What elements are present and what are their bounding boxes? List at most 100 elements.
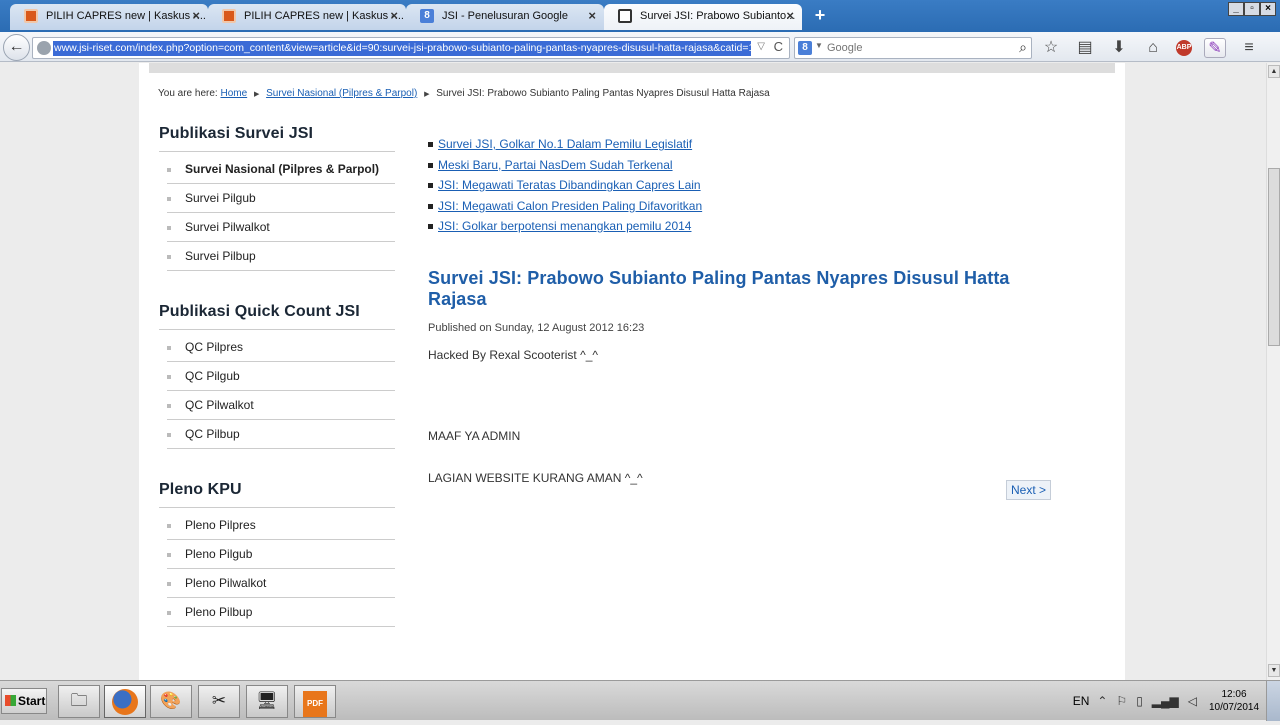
related-article-link[interactable]: Meski Baru, Partai NasDem Sudah Terkenal [438, 158, 673, 172]
minimize-icon[interactable]: _ [1228, 2, 1244, 16]
related-article-link[interactable]: JSI: Megawati Calon Presiden Paling Difa… [438, 199, 702, 213]
close-tab-icon[interactable]: × [786, 4, 794, 28]
breadcrumb: You are here: Home ▶ Survei Nasional (Pi… [158, 88, 770, 99]
sidebar-item-survei-pilbup[interactable]: Survei Pilbup [167, 242, 395, 271]
language-indicator[interactable]: EN [1073, 694, 1090, 708]
sidebar-item-pleno-pilpres[interactable]: Pleno Pilpres [167, 511, 395, 540]
url-text[interactable]: www.jsi-riset.com/index.php?option=com_c… [53, 41, 751, 56]
browser-tab-4-active[interactable]: Survei JSI: Prabowo Subianto... × [604, 4, 802, 30]
volume-icon[interactable]: ◁ [1188, 694, 1197, 708]
page-container: You are here: Home ▶ Survei Nasional (Pi… [139, 63, 1125, 680]
close-tab-icon[interactable]: × [390, 4, 398, 28]
tab-title: PILIH CAPRES new | Kaskus -... [244, 10, 404, 22]
sidebar-item-qc-pilpres[interactable]: QC Pilpres [167, 333, 395, 362]
home-icon[interactable]: ⌂ [1142, 38, 1164, 58]
adblock-icon[interactable]: ABP [1176, 40, 1192, 56]
download-icon[interactable]: ⬇ [1108, 38, 1130, 58]
related-article-link[interactable]: Survei JSI, Golkar No.1 Dalam Pemilu Leg… [438, 137, 692, 151]
monitor-app-taskbar-button[interactable]: 🖥 [246, 685, 288, 718]
main-content: Survei JSI, Golkar No.1 Dalam Pemilu Leg… [428, 135, 1068, 500]
firefox-icon [112, 689, 138, 715]
clock-time: 12:06 [1221, 689, 1247, 700]
address-bar[interactable]: www.jsi-riset.com/index.php?option=com_c… [32, 37, 790, 59]
new-tab-button[interactable]: + [808, 4, 832, 26]
sidebar-item-qc-pilwalkot[interactable]: QC Pilwalkot [167, 391, 395, 420]
file-explorer-taskbar-button[interactable]: 🗀 [58, 685, 100, 718]
folder-icon: 🗀 [70, 691, 88, 710]
show-desktop-button[interactable] [1266, 681, 1280, 721]
related-article-link[interactable]: JSI: Golkar berpotensi menangkan pemilu … [438, 219, 691, 233]
sidebar-item-survei-pilgub[interactable]: Survei Pilgub [167, 184, 395, 213]
vertical-scrollbar[interactable]: ▲ ▼ [1266, 63, 1280, 680]
close-tab-icon[interactable]: × [588, 4, 596, 28]
snipping-tool-taskbar-button[interactable]: ✂ [198, 685, 240, 718]
restore-icon[interactable]: ▫ [1244, 2, 1260, 16]
page-viewport: You are here: Home ▶ Survei Nasional (Pi… [0, 63, 1266, 680]
pdf-app-taskbar-button[interactable]: PDF [294, 685, 336, 718]
reload-icon[interactable]: C [774, 39, 783, 54]
engine-dropdown-icon[interactable]: ▼ [815, 41, 823, 50]
search-input[interactable] [827, 40, 1003, 56]
sidebar-item-survei-nasional[interactable]: Survei Nasional (Pilpres & Parpol) [167, 155, 395, 184]
action-center-flag-icon[interactable]: ⚐ [1116, 694, 1127, 708]
scissors-icon: ✂ [211, 691, 227, 710]
bookmark-star-icon[interactable]: ☆ [1040, 38, 1062, 58]
browser-tab-2[interactable]: PILIH CAPRES new | Kaskus -... × [208, 4, 406, 30]
back-button[interactable]: ← [3, 34, 30, 61]
google-icon[interactable]: 8 [798, 41, 812, 55]
scroll-up-icon[interactable]: ▲ [1268, 65, 1280, 78]
list-item: JSI: Megawati Calon Presiden Paling Difa… [428, 197, 1068, 218]
tab-title: PILIH CAPRES new | Kaskus -... [46, 10, 206, 22]
pencil-icon[interactable]: ✎ [1204, 38, 1226, 58]
breadcrumb-prefix: You are here: [158, 88, 218, 99]
search-bar[interactable]: 8 ▼ ⌕ [794, 37, 1032, 59]
network-signal-icon[interactable]: ▂▄▆ [1152, 694, 1179, 708]
breadcrumb-home-link[interactable]: Home [220, 88, 247, 99]
globe-icon [37, 41, 51, 55]
close-window-icon[interactable]: × [1260, 2, 1276, 16]
clock[interactable]: 12:06 10/07/2014 [1206, 688, 1262, 714]
breadcrumb-arrow-icon: ▶ [424, 91, 430, 98]
next-article-button[interactable]: Next > [1006, 480, 1052, 500]
article-paragraph: LAGIAN WEBSITE KURANG AMAN ^_^ [428, 470, 643, 485]
related-article-link[interactable]: JSI: Megawati Teratas Dibandingkan Capre… [438, 178, 701, 192]
kaskus-icon [24, 9, 38, 23]
browser-tab-3[interactable]: 8 JSI - Penelusuran Google × [406, 4, 604, 30]
sidebar-item-pleno-pilgub[interactable]: Pleno Pilgub [167, 540, 395, 569]
scroll-down-icon[interactable]: ▼ [1268, 664, 1280, 677]
monitor-icon: 🖥 [256, 691, 278, 710]
sidebar-group-survei: Publikasi Survei JSI Survei Nasional (Pi… [159, 125, 395, 271]
navigation-bar: ← www.jsi-riset.com/index.php?option=com… [0, 32, 1280, 62]
list-item: JSI: Golkar berpotensi menangkan pemilu … [428, 217, 1068, 238]
start-label: Start [18, 694, 46, 708]
start-button[interactable]: Start [1, 688, 47, 714]
show-hidden-icons-icon[interactable]: ⌃ [1097, 694, 1107, 708]
google-icon: 8 [420, 9, 434, 23]
sidebar-heading: Publikasi Quick Count JSI [159, 303, 395, 330]
sidebar-item-qc-pilbup[interactable]: QC Pilbup [167, 420, 395, 449]
jsi-icon [618, 9, 632, 23]
sidebar-item-survei-pilwalkot[interactable]: Survei Pilwalkot [167, 213, 395, 242]
paint-taskbar-button[interactable]: 🎨 [150, 685, 192, 718]
menu-icon[interactable]: ≡ [1238, 38, 1260, 58]
power-icon[interactable]: ▯ [1136, 694, 1143, 708]
close-tab-icon[interactable]: × [192, 4, 200, 28]
search-icon[interactable]: ⌕ [1019, 39, 1027, 56]
article-body: Hacked By Rexal Scooterist ^_^ MAAF YA A… [428, 348, 1068, 485]
list-item: Meski Baru, Partai NasDem Sudah Terkenal [428, 156, 1068, 177]
dropdown-arrow-icon[interactable]: ▽ [757, 41, 765, 52]
paint-palette-icon: 🎨 [160, 691, 182, 710]
tab-title: Survei JSI: Prabowo Subianto... [640, 10, 796, 22]
window-controls: _ ▫ × [1228, 2, 1276, 16]
scrollbar-thumb[interactable] [1268, 168, 1280, 346]
sidebar-heading: Pleno KPU [159, 481, 395, 508]
windows-logo-icon [5, 695, 16, 706]
reading-list-icon[interactable]: ▤ [1074, 38, 1096, 58]
breadcrumb-category-link[interactable]: Survei Nasional (Pilpres & Parpol) [266, 88, 417, 99]
sidebar-item-pleno-pilbup[interactable]: Pleno Pilbup [167, 598, 395, 627]
browser-tab-1[interactable]: PILIH CAPRES new | Kaskus -... × [10, 4, 208, 30]
sidebar: Publikasi Survei JSI Survei Nasional (Pi… [159, 125, 395, 659]
firefox-taskbar-button[interactable] [104, 685, 146, 718]
sidebar-item-pleno-pilwalkot[interactable]: Pleno Pilwalkot [167, 569, 395, 598]
sidebar-item-qc-pilgub[interactable]: QC Pilgub [167, 362, 395, 391]
